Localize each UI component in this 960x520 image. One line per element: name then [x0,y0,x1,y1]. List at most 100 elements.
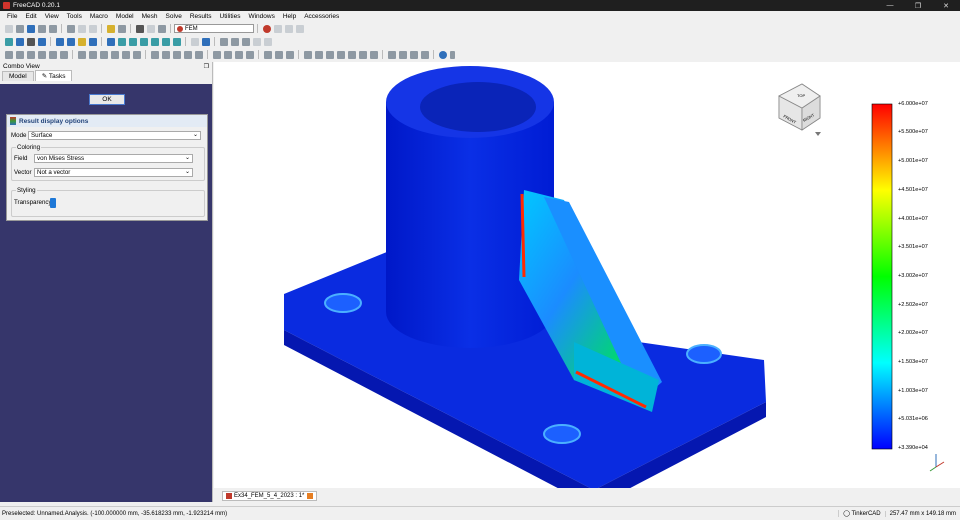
fem-solver-run-icon[interactable] [285,50,294,59]
part-icon[interactable] [230,37,239,46]
menu-tools[interactable]: Tools [63,13,86,20]
record-macro-icon[interactable] [262,24,271,33]
view-top-icon[interactable] [128,37,137,46]
fit-selection-icon[interactable] [15,37,24,46]
view-front-icon[interactable] [117,37,126,46]
fem-tie-icon[interactable] [172,50,181,59]
fem-line-icon[interactable] [420,50,429,59]
tab-tasks[interactable]: ✎ Tasks [34,70,73,81]
menu-file[interactable]: File [3,13,21,20]
view-right-icon[interactable] [139,37,148,46]
field-select[interactable]: von Mises Stress ⌄ [34,154,193,163]
fem-mesh-icon[interactable] [37,50,46,59]
chevron-down-icon[interactable] [449,50,455,59]
group-icon[interactable] [241,37,250,46]
fem-mesh-netgen-icon[interactable] [223,50,232,59]
view-bottom-icon[interactable] [161,37,170,46]
ok-button[interactable]: OK [89,94,125,105]
bounding-box-icon[interactable] [37,37,46,46]
paste-icon[interactable] [88,24,97,33]
fem-analysis-icon[interactable] [4,50,13,59]
menu-macro[interactable]: Macro [86,13,112,20]
fem-contact-icon[interactable] [161,50,170,59]
undo-icon[interactable] [106,24,115,33]
nav-cube-menu-icon[interactable] [815,132,821,136]
navigation-style-selector[interactable]: ◯ TinkerCAD [838,510,884,517]
redo-icon[interactable] [117,24,126,33]
fem-material-icon[interactable] [26,50,35,59]
macros-icon[interactable] [284,24,293,33]
stop-macro-icon[interactable] [273,24,282,33]
view-isometric-icon[interactable] [106,37,115,46]
menu-accessories[interactable]: Accessories [300,13,343,20]
panel-header[interactable]: Result display options [7,115,207,127]
make-link-icon[interactable] [252,37,261,46]
link-actions-icon[interactable] [263,37,272,46]
print-icon[interactable] [48,24,57,33]
fem-gravity-icon[interactable] [110,50,119,59]
bracket-model[interactable] [284,66,766,488]
fem-pressure-icon[interactable] [99,50,108,59]
menu-solve[interactable]: Solve [162,13,186,20]
close-tab-icon[interactable] [307,493,314,499]
whats-this-icon[interactable] [146,24,155,33]
fem-post-pipeline-icon[interactable] [325,50,334,59]
fem-mesh-group-icon[interactable] [245,50,254,59]
measure-icon[interactable] [190,37,199,46]
fem-bearing-icon[interactable] [150,50,159,59]
menu-mesh[interactable]: Mesh [138,13,162,20]
view-rear-icon[interactable] [150,37,159,46]
minimize-icon[interactable]: — [876,2,904,10]
draw-style-icon[interactable] [26,37,35,46]
forward-navigation-icon[interactable] [66,37,75,46]
menu-model[interactable]: Model [112,13,138,20]
recompute-icon[interactable] [157,24,166,33]
view-left-icon[interactable] [172,37,181,46]
fem-spring-icon[interactable] [183,50,192,59]
vector-select[interactable]: Not a vector ⌄ [34,168,193,177]
execute-macro-icon[interactable] [295,24,304,33]
fem-elmer-icon[interactable] [274,50,283,59]
fem-temperature-icon[interactable] [121,50,130,59]
fem-ccx-icon[interactable] [263,50,272,59]
fem-force-icon[interactable] [88,50,97,59]
copy-icon[interactable] [77,24,86,33]
tab-model[interactable]: Model [2,71,34,81]
save-as-icon[interactable] [37,24,46,33]
new-file-icon[interactable] [4,24,13,33]
fem-constraint-icon[interactable] [48,50,57,59]
menu-results[interactable]: Results [186,13,216,20]
fem-result-view[interactable]: FRONT RIGHT TOP [214,62,960,488]
mode-select[interactable]: Surface ⌄ [28,131,201,140]
fem-mesh-region-icon[interactable] [234,50,243,59]
fem-solver-icon[interactable] [15,50,24,59]
transparency-slider[interactable] [50,198,200,208]
3d-viewport[interactable]: FRONT RIGHT TOP +6.000e+07 +5.500e+07 +5… [214,62,960,488]
fem-grid-icon[interactable] [387,50,396,59]
fem-post-cut-icon[interactable] [347,50,356,59]
back-navigation-icon[interactable] [55,37,64,46]
fem-mesh-gmsh-icon[interactable] [212,50,221,59]
open-file-icon[interactable] [15,24,24,33]
cut-icon[interactable] [66,24,75,33]
link-icon[interactable] [77,37,86,46]
fem-table-icon[interactable] [398,50,407,59]
fem-result-show-icon[interactable] [303,50,312,59]
restore-icon[interactable]: ❐ [904,2,932,10]
document-tab[interactable]: Ex34_FEM_5_4_2023 : 1* [222,491,318,501]
fit-all-icon[interactable] [4,37,13,46]
fem-post-scalar-icon[interactable] [369,50,378,59]
transparency-slider-handle[interactable] [50,198,56,208]
std-view-icon[interactable] [88,37,97,46]
menu-windows[interactable]: Windows [244,13,278,20]
structure-icon[interactable] [219,37,228,46]
menu-view[interactable]: View [41,13,63,20]
menu-edit[interactable]: Edit [21,13,40,20]
fem-displacement-icon[interactable] [77,50,86,59]
fem-transform-icon[interactable] [194,50,203,59]
workbench-selector[interactable]: FEM [174,24,254,33]
fem-result-purge-icon[interactable] [314,50,323,59]
close-icon[interactable]: ✕ [932,2,960,10]
refresh-icon[interactable] [135,24,144,33]
menu-utilities[interactable]: Utilities [216,13,245,20]
